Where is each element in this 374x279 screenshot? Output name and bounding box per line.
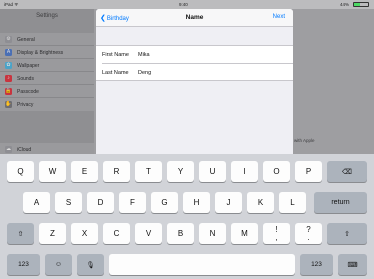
key-j[interactable]: J [215,192,242,213]
last-name-row[interactable]: Last Name Deng [102,63,293,80]
key-v[interactable]: V [135,223,162,244]
numbers-mode-key-right[interactable]: 123 [300,254,333,275]
sidebar-item-label: iCloud [17,147,32,153]
key-z[interactable]: Z [39,223,66,244]
sidebar-item-display-brightness[interactable]: A Display & Brightness [0,46,94,59]
key-g[interactable]: G [151,192,178,213]
key-t[interactable]: T [135,161,162,182]
battery-percent: 44% [340,1,350,7]
first-name-field[interactable]: Mika [138,52,150,58]
last-name-label: Last Name [102,69,129,76]
key-f[interactable]: F [119,192,146,213]
key-h[interactable]: H [183,192,210,213]
key-e[interactable]: E [71,161,98,182]
key-question-period[interactable]: ?. [295,223,322,244]
key-a[interactable]: A [23,192,50,213]
key-question-period-bottom: . [307,232,310,242]
lock-icon: 🔒 [5,88,12,95]
first-name-label: First Name [102,51,129,58]
name-form-sheet: ❮Birthday Name Next First Name Mika Last… [96,9,293,157]
key-s[interactable]: S [55,192,82,213]
sidebar-item-label: Wallpaper [17,63,40,69]
key-u[interactable]: U [199,161,226,182]
key-x[interactable]: X [71,223,98,244]
space-bar[interactable] [109,254,295,275]
hand-icon: ✋ [5,101,12,108]
first-name-row[interactable]: First Name Mika [96,46,293,63]
sidebar-item-privacy[interactable]: ✋ Privacy [0,98,94,111]
sidebar-item-label: Display & Brightness [17,50,64,56]
last-name-field[interactable]: Deng [138,70,151,76]
key-r[interactable]: R [103,161,130,182]
key-c[interactable]: C [103,223,130,244]
backspace-key[interactable]: ⌫ [327,161,367,182]
sidebar-item-general[interactable]: ⚙ General [0,33,94,46]
detail-note: with Apple [294,138,315,143]
sidebar-item-label: General [17,37,35,43]
sidebar-item-label: Passcode [17,89,39,95]
key-l[interactable]: L [279,192,306,213]
device-label: iPad ᯤ [4,1,19,7]
sidebar-item-label: Sounds [17,76,34,82]
sheet-title: Name [185,14,204,21]
key-i[interactable]: I [231,161,258,182]
flower-icon: ✿ [5,62,12,69]
onscreen-keyboard: Q W E R T Y U I O P ⌫ A S D F G H J K Lreturn ⇧ Z X C V B N M!,?. ⇧ 1… [0,154,374,279]
name-form: First Name Mika Last Name Deng [96,45,293,81]
key-p[interactable]: P [295,161,322,182]
key-b[interactable]: B [167,223,194,244]
shift-key[interactable]: ⇧ [7,223,34,244]
key-y[interactable]: Y [167,161,194,182]
sidebar-item-passcode[interactable]: 🔒 Passcode [0,85,94,98]
key-d[interactable]: D [87,192,114,213]
status-bar: iPad ᯤ 9:40 44% [0,0,374,9]
cloud-icon: ☁ [5,146,12,153]
speaker-icon: ♪ [5,75,12,82]
text-size-icon: A [5,49,12,56]
sidebar-title: Settings [36,13,58,19]
return-key[interactable]: return [314,192,367,213]
shift-key-right[interactable]: ⇧ [327,223,367,244]
sidebar-item-sounds[interactable]: ♪ Sounds [0,72,94,85]
key-n[interactable]: N [199,223,226,244]
sidebar-item-wallpaper[interactable]: ✿ Wallpaper [0,59,94,72]
key-m[interactable]: M [231,223,258,244]
battery-icon [353,2,369,7]
next-button[interactable]: Next [273,14,285,20]
gear-icon: ⚙ [5,36,12,43]
key-o[interactable]: O [263,161,290,182]
key-exclaim-comma-bottom: , [275,232,278,242]
sidebar-item-label: Privacy [17,102,34,108]
key-exclaim-comma[interactable]: !, [263,223,290,244]
settings-sidebar: Settings ⚙ General A Display & Brightness ✿ W… [0,9,94,159]
key-k[interactable]: K [247,192,274,213]
key-w[interactable]: W [39,161,66,182]
battery-fill [354,3,361,6]
sheet-navbar: ❮Birthday Name Next [96,9,293,27]
dictation-key[interactable]: 🎙 [77,254,104,275]
emoji-key[interactable]: ☺ [45,254,72,275]
key-q[interactable]: Q [7,161,34,182]
numbers-mode-key[interactable]: 123 [7,254,40,275]
dismiss-keyboard-key[interactable]: ⌨ [338,254,367,275]
sidebar-group-main: ⚙ General A Display & Brightness ✿ Wallpaper ♪… [0,33,94,111]
clock: 9:40 [179,1,188,7]
